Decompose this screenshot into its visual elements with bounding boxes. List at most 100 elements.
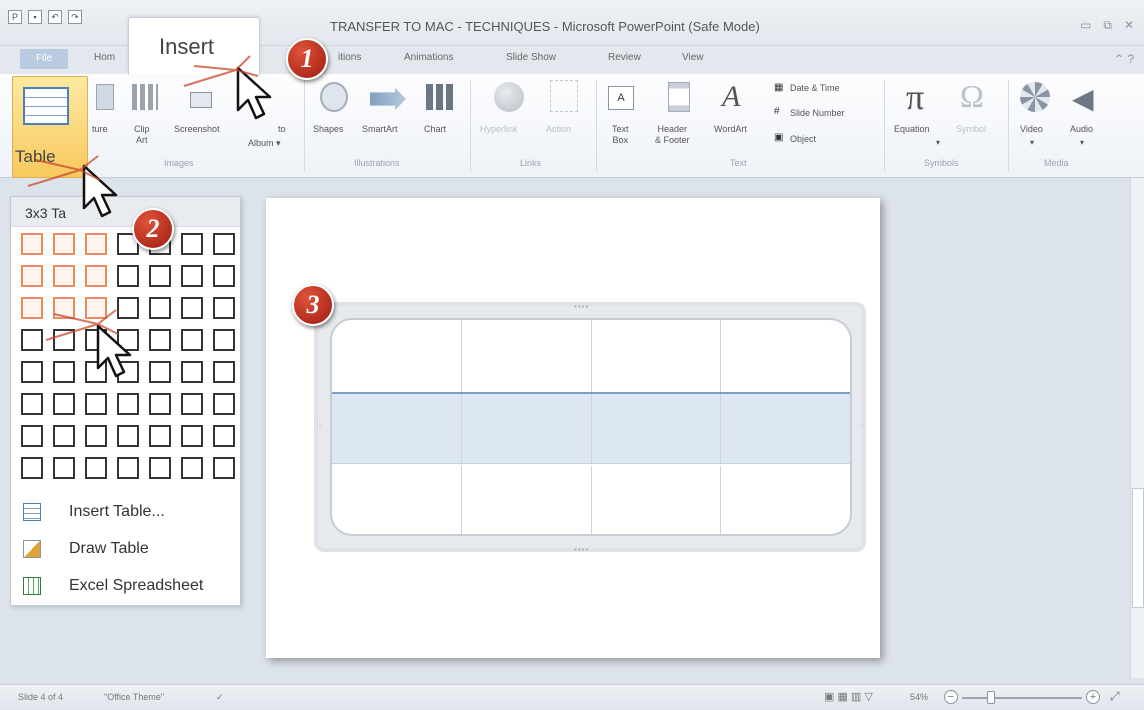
table-cell[interactable] xyxy=(332,320,462,392)
table-size-cell[interactable] xyxy=(181,233,203,255)
tab-home[interactable]: Hom xyxy=(94,52,115,63)
zoom-slider-knob[interactable] xyxy=(987,691,995,704)
save-icon[interactable]: ▪ xyxy=(28,10,42,24)
insert-table-menu-item[interactable]: Insert Table... xyxy=(11,497,240,527)
table-size-cell[interactable] xyxy=(21,361,43,383)
scrollbar-thumb[interactable] xyxy=(1132,488,1144,608)
spellcheck-icon[interactable]: ✓ xyxy=(216,692,224,703)
audio-icon[interactable]: ◀ xyxy=(1072,82,1094,115)
table-size-cell[interactable] xyxy=(149,361,171,383)
table-size-cell[interactable] xyxy=(181,361,203,383)
fit-to-window-icon[interactable]: ⤢ xyxy=(1110,689,1120,704)
redo-icon[interactable]: ↷ xyxy=(68,10,82,24)
video-icon[interactable] xyxy=(1020,82,1050,112)
table-size-cell[interactable] xyxy=(149,393,171,415)
table-size-cell[interactable] xyxy=(213,265,235,287)
table-size-cell[interactable] xyxy=(117,457,139,479)
equation-icon[interactable]: π xyxy=(906,76,924,118)
table-size-cell[interactable] xyxy=(117,393,139,415)
table-size-cell[interactable] xyxy=(85,425,107,447)
table-size-cell[interactable] xyxy=(213,361,235,383)
table-size-cell[interactable] xyxy=(213,425,235,447)
resize-handle-right[interactable]: ⋮ xyxy=(858,420,867,429)
slide-number-button[interactable]: Slide Number xyxy=(790,108,845,119)
tab-file[interactable]: File xyxy=(20,49,68,69)
table-size-cell[interactable] xyxy=(117,425,139,447)
table-size-cell[interactable] xyxy=(149,425,171,447)
table-size-cell[interactable] xyxy=(21,457,43,479)
table-size-cell[interactable] xyxy=(85,233,107,255)
table-cell[interactable] xyxy=(721,466,850,534)
table-cell[interactable] xyxy=(592,394,722,463)
resize-handle-bottom[interactable]: ▪▪▪▪ xyxy=(574,545,589,554)
table-cell[interactable] xyxy=(462,320,592,392)
table-size-cell[interactable] xyxy=(21,393,43,415)
table-size-cell[interactable] xyxy=(149,297,171,319)
picture-icon[interactable] xyxy=(96,84,114,110)
table-cell[interactable] xyxy=(721,320,850,392)
minimize-icon[interactable]: ▭ xyxy=(1080,18,1091,33)
zoom-out-button[interactable]: − xyxy=(944,690,958,704)
restore-icon[interactable]: ⧉ xyxy=(1103,18,1112,33)
table-size-cell[interactable] xyxy=(213,329,235,351)
chart-icon[interactable] xyxy=(426,84,456,110)
undo-icon[interactable]: ↶ xyxy=(48,10,62,24)
action-icon[interactable] xyxy=(550,80,578,112)
tab-animations[interactable]: Animations xyxy=(404,52,453,63)
excel-spreadsheet-menu-item[interactable]: Excel Spreadsheet xyxy=(11,571,240,601)
draw-table-menu-item[interactable]: Draw Table xyxy=(11,534,240,564)
table-size-cell[interactable] xyxy=(181,457,203,479)
table-size-cell[interactable] xyxy=(53,425,75,447)
table-size-cell[interactable] xyxy=(181,393,203,415)
table-size-cell[interactable] xyxy=(213,297,235,319)
table-size-cell[interactable] xyxy=(85,265,107,287)
table-size-cell[interactable] xyxy=(117,265,139,287)
table-row[interactable] xyxy=(332,320,850,392)
zoom-slider[interactable] xyxy=(962,697,1082,699)
screenshot-icon[interactable] xyxy=(190,92,212,108)
table-size-cell[interactable] xyxy=(149,329,171,351)
table-size-cell[interactable] xyxy=(53,233,75,255)
table-size-cell[interactable] xyxy=(53,457,75,479)
hyperlink-icon[interactable] xyxy=(494,82,524,112)
table-size-cell[interactable] xyxy=(21,233,43,255)
symbol-icon[interactable]: Ω xyxy=(960,78,984,115)
table-cell[interactable] xyxy=(462,394,592,463)
view-buttons[interactable]: ▣ ▦ ▥ ▽ xyxy=(824,690,873,703)
table-cell[interactable] xyxy=(592,466,722,534)
vertical-scrollbar[interactable] xyxy=(1130,178,1144,678)
table-cell[interactable] xyxy=(332,466,462,534)
table-size-cell[interactable] xyxy=(85,457,107,479)
table-size-cell[interactable] xyxy=(181,265,203,287)
table-size-cell[interactable] xyxy=(181,297,203,319)
table-size-cell[interactable] xyxy=(181,425,203,447)
smartart-icon[interactable] xyxy=(370,88,406,110)
table-size-cell[interactable] xyxy=(213,393,235,415)
object-button[interactable]: Object xyxy=(790,134,816,145)
table-size-cell[interactable] xyxy=(213,457,235,479)
tab-transitions[interactable]: itions xyxy=(338,52,361,63)
help-icon[interactable]: ⌃ ? xyxy=(1114,52,1134,66)
zoom-in-button[interactable]: + xyxy=(1086,690,1100,704)
table-row[interactable] xyxy=(332,466,850,534)
resize-handle-left[interactable]: ⋮ xyxy=(316,420,325,429)
table-size-cell[interactable] xyxy=(21,265,43,287)
table-size-cell[interactable] xyxy=(117,297,139,319)
zoom-level[interactable]: 54% xyxy=(910,692,928,702)
table-cell[interactable] xyxy=(592,320,722,392)
table-size-cell[interactable] xyxy=(149,265,171,287)
table-size-cell[interactable] xyxy=(213,233,235,255)
inserted-table[interactable] xyxy=(330,318,852,536)
table-size-cell[interactable] xyxy=(53,265,75,287)
table-size-cell[interactable] xyxy=(149,457,171,479)
tab-view[interactable]: View xyxy=(682,52,704,63)
table-cell[interactable] xyxy=(462,466,592,534)
table-size-cell[interactable] xyxy=(21,425,43,447)
table-cell[interactable] xyxy=(721,394,850,463)
table-size-cell[interactable] xyxy=(53,393,75,415)
tab-review[interactable]: Review xyxy=(608,52,641,63)
tab-slide-show[interactable]: Slide Show xyxy=(506,52,556,63)
clip-art-icon[interactable] xyxy=(132,84,158,110)
table-size-cell[interactable] xyxy=(85,393,107,415)
table-size-cell[interactable] xyxy=(53,361,75,383)
